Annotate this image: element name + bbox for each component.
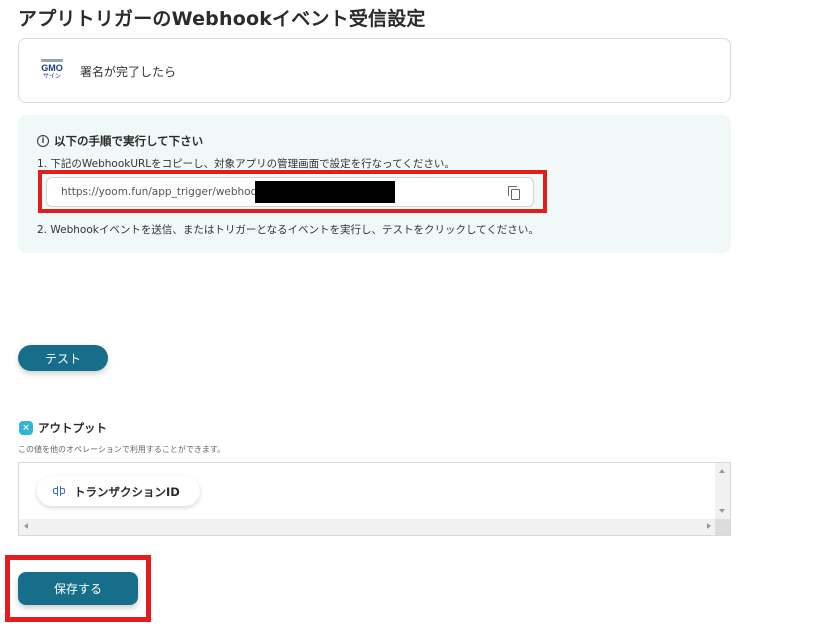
output-box: トランザクションID	[18, 462, 731, 536]
url-redaction-block	[255, 181, 395, 203]
output-title: アウトプット	[38, 421, 107, 435]
test-button[interactable]: テスト	[18, 345, 108, 371]
output-chip-label: トランザクションID	[74, 485, 180, 499]
logo-subtext: サイン	[42, 73, 61, 80]
instruction-box: i 以下の手順で実行して下さい 1. 下記のWebhookURLをコピーし、対象…	[18, 115, 731, 253]
logo-top-bar	[41, 59, 63, 62]
horizontal-scrollbar[interactable]	[19, 519, 716, 535]
vertical-scrollbar[interactable]	[715, 463, 730, 519]
instruction-title: 以下の手順で実行して下さい	[54, 134, 204, 148]
page-title: アプリトリガーのWebhookイベント受信設定	[18, 8, 426, 30]
gmo-sign-logo-icon: GMO サイン	[39, 59, 65, 83]
instruction-step-1: 1. 下記のWebhookURLをコピーし、対象アプリの管理画面で設定を行なって…	[37, 158, 455, 170]
scroll-down-arrow-icon[interactable]	[719, 509, 725, 513]
copy-icon[interactable]	[508, 186, 521, 200]
logo-text: GMO	[41, 63, 63, 73]
webhook-url-field[interactable]: https://yoom.fun/app_trigger/webhooks/	[46, 177, 534, 207]
info-icon: i	[37, 135, 49, 147]
output-description: この値を他のオペレーションで利用することができます。	[18, 445, 226, 454]
output-chip-transaction-id[interactable]: トランザクションID	[37, 476, 200, 506]
trigger-label: 署名が完了したら	[80, 65, 177, 79]
link-icon	[53, 486, 65, 496]
scroll-left-arrow-icon[interactable]	[24, 523, 28, 529]
scrollbar-corner	[715, 519, 730, 535]
webhook-url-text: https://yoom.fun/app_trigger/webhooks/	[61, 186, 273, 198]
output-icon: ×	[19, 421, 33, 435]
scroll-right-arrow-icon[interactable]	[707, 523, 711, 529]
save-button[interactable]: 保存する	[18, 572, 138, 605]
instruction-step-2: 2. Webhookイベントを送信、またはトリガーとなるイベントを実行し、テスト…	[37, 224, 539, 236]
trigger-card: GMO サイン 署名が完了したら	[18, 38, 731, 103]
scroll-up-arrow-icon[interactable]	[719, 469, 725, 473]
